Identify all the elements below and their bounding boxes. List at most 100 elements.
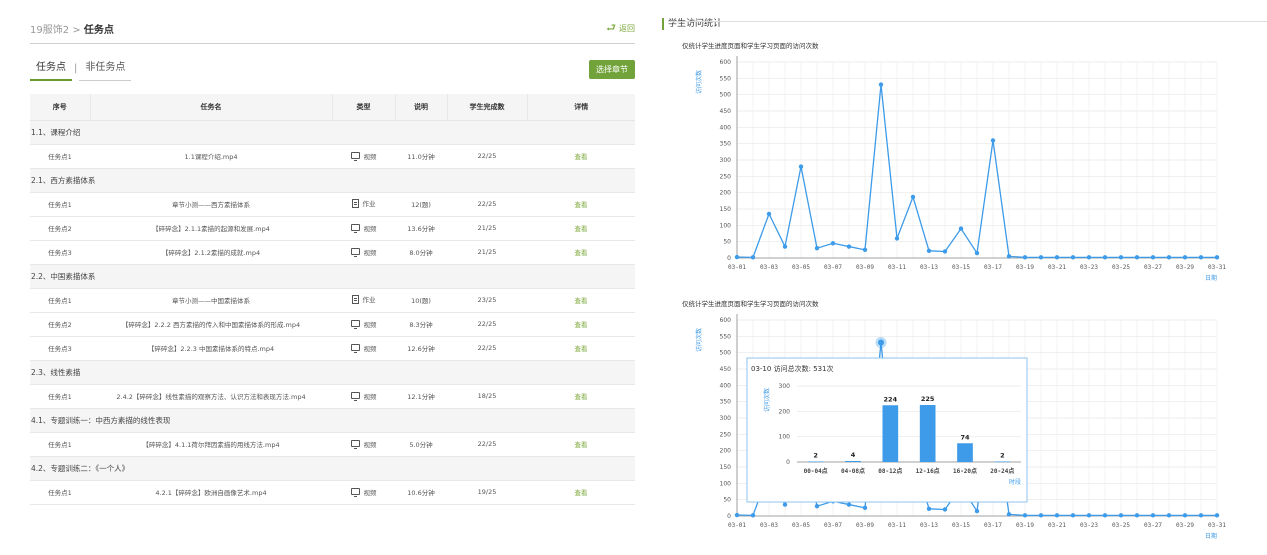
tooltip-bar (882, 405, 899, 462)
x-tick-label: 03-13 (920, 264, 938, 271)
data-point (1070, 513, 1076, 518)
data-point (1166, 513, 1172, 518)
x-tick-label: 03-31 (1208, 522, 1226, 529)
data-point (734, 512, 740, 518)
y-tick-label: 400 (720, 124, 732, 131)
view-link[interactable]: 查看 (575, 489, 588, 497)
tab-bar: 任务点 | 非任务点 (30, 57, 132, 81)
monitor-icon (350, 248, 360, 258)
y-tick-label: 200 (720, 448, 732, 455)
back-button[interactable]: ⮐ 返回 (606, 19, 635, 38)
y-tick-label: 300 (720, 415, 732, 422)
x-tick-label: 03-23 (1080, 522, 1098, 529)
cell-type: 视频 (332, 432, 395, 457)
y-tick-label: 0 (727, 255, 731, 262)
tooltip-bar-value: 74 (960, 433, 970, 441)
document-icon (351, 294, 359, 304)
view-link[interactable]: 查看 (575, 345, 588, 353)
cell-name: 1.1课程介绍.mp4 (90, 144, 332, 169)
data-point (750, 255, 756, 260)
y-tick-label: 150 (720, 206, 732, 213)
table-row: 任务点1 章节小测——中国素描体系 作业 10(题) 23/25 查看 (30, 288, 635, 313)
view-link[interactable]: 查看 (575, 153, 588, 161)
cell-type: 视频 (332, 480, 395, 505)
visits-line-chart: 仅统计学生进度页面和学生学习页面的访问次数 0 50 100 150 200 250 300 3… (682, 41, 1226, 282)
y-axis-label: 访问次数 (695, 328, 703, 352)
y-tick-label: 600 (720, 59, 732, 66)
cell-desc: 8.3分钟 (395, 312, 447, 337)
tooltip-bar-value: 2 (1000, 451, 1005, 459)
view-link[interactable]: 查看 (575, 297, 588, 305)
view-link[interactable]: 查看 (575, 393, 588, 401)
cell-name: 章节小测——西方素描体系 (90, 192, 332, 217)
x-tick-label: 03-01 (728, 264, 746, 271)
view-link[interactable]: 查看 (575, 225, 588, 233)
cell-seq: 任务点1 (30, 480, 90, 505)
y-tick-label: 450 (720, 366, 732, 373)
monitor-icon (350, 440, 360, 450)
section-title: 2.2、中国素描体系 (30, 264, 635, 289)
back-label: 返回 (619, 24, 635, 33)
tooltip-bar (994, 461, 1011, 463)
table-row: 任务点3 【碎碎念】2.1.2素描的成就.mp4 视频 8.0分钟 21/25 查看 (30, 240, 635, 265)
cell-done: 21/25 (447, 240, 527, 265)
breadcrumb-course[interactable]: 19服饰2 (30, 25, 69, 36)
cell-done: 22/25 (447, 192, 527, 217)
tooltip-x-tick-label: 12-16点 (916, 467, 940, 475)
cell-done: 23/25 (447, 288, 527, 313)
type-label: 视频 (363, 224, 377, 233)
data-point (846, 244, 852, 249)
document-icon (351, 198, 359, 208)
cell-seq: 任务点1 (30, 432, 90, 457)
tab-non-task-points[interactable]: 非任务点 (79, 57, 132, 81)
tabs-row: 任务点 | 非任务点 选择章节 (30, 50, 635, 88)
view-link[interactable]: 查看 (575, 321, 588, 329)
cell-desc: 12.6分钟 (395, 336, 447, 361)
table-row: 任务点2 【碎碎念】2.2.2 西方素描的传入和中国素描体系的形成.mp4 视频 8.… (30, 312, 635, 337)
y-tick-label: 150 (720, 464, 732, 471)
x-tick-label: 03-19 (1016, 522, 1034, 529)
type-label: 视频 (363, 440, 377, 449)
y-tick-label: 550 (720, 333, 732, 340)
view-link[interactable]: 查看 (575, 249, 588, 257)
cell-detail: 查看 (527, 432, 635, 457)
data-point (1022, 513, 1028, 518)
cell-type: 视频 (332, 336, 395, 361)
data-point (814, 504, 820, 509)
tooltip-bar-value: 224 (884, 395, 898, 403)
x-tick-label: 03-25 (1112, 264, 1130, 271)
cell-seq: 任务点1 (30, 384, 90, 409)
data-point (862, 505, 868, 511)
data-point (1022, 255, 1028, 260)
view-link[interactable]: 查看 (575, 441, 588, 449)
cell-desc: 10(题) (395, 288, 447, 313)
cell-seq: 任务点1 (30, 144, 90, 169)
tooltip-y-tick-label: 0 (786, 459, 790, 466)
cell-desc: 11.0分钟 (395, 144, 447, 169)
section-row: 1.1、课程介绍 (30, 120, 635, 145)
monitor-icon (350, 488, 360, 498)
header-done: 学生完成数 (446, 94, 527, 121)
task-panel: 19服饰2 > 任务点 ⮐ 返回 任务点 | 非任务点 选择章节 序号 任务名 … (30, 18, 635, 505)
data-point (894, 236, 900, 241)
data-point (926, 248, 932, 254)
cell-detail: 查看 (527, 240, 635, 265)
data-point (926, 506, 932, 512)
cell-desc: 12.1分钟 (395, 384, 447, 409)
cell-detail: 查看 (527, 192, 635, 217)
tab-task-points[interactable]: 任务点 (30, 57, 72, 81)
data-point (1214, 255, 1220, 260)
table-row: 任务点1 章节小测——西方素描体系 作业 12(题) 22/25 查看 (30, 192, 635, 217)
view-link[interactable]: 查看 (575, 201, 588, 209)
x-tick-label: 03-19 (1016, 264, 1034, 271)
visits-line-chart-with-tooltip: 仅统计学生进度页面和学生学习页面的访问次数 0 50 100 150 200 250 300 3… (682, 299, 1226, 540)
x-tick-label: 03-05 (792, 264, 810, 271)
type-label: 视频 (363, 248, 377, 257)
select-chapter-button[interactable]: 选择章节 (589, 59, 635, 79)
table-row: 任务点1 【碎碎念】4.1.1荷尔拜因素描的用线方法.mp4 视频 5.0分钟 22/2… (30, 432, 635, 457)
back-arrow-icon: ⮐ (606, 21, 616, 34)
task-table: 序号 任务名 类型 说明 学生完成数 详情 1.1、课程介绍 任务点1 1.1课程介… (30, 94, 635, 505)
cell-done: 22/25 (447, 312, 527, 337)
y-tick-label: 250 (720, 173, 732, 180)
data-point (958, 226, 964, 231)
